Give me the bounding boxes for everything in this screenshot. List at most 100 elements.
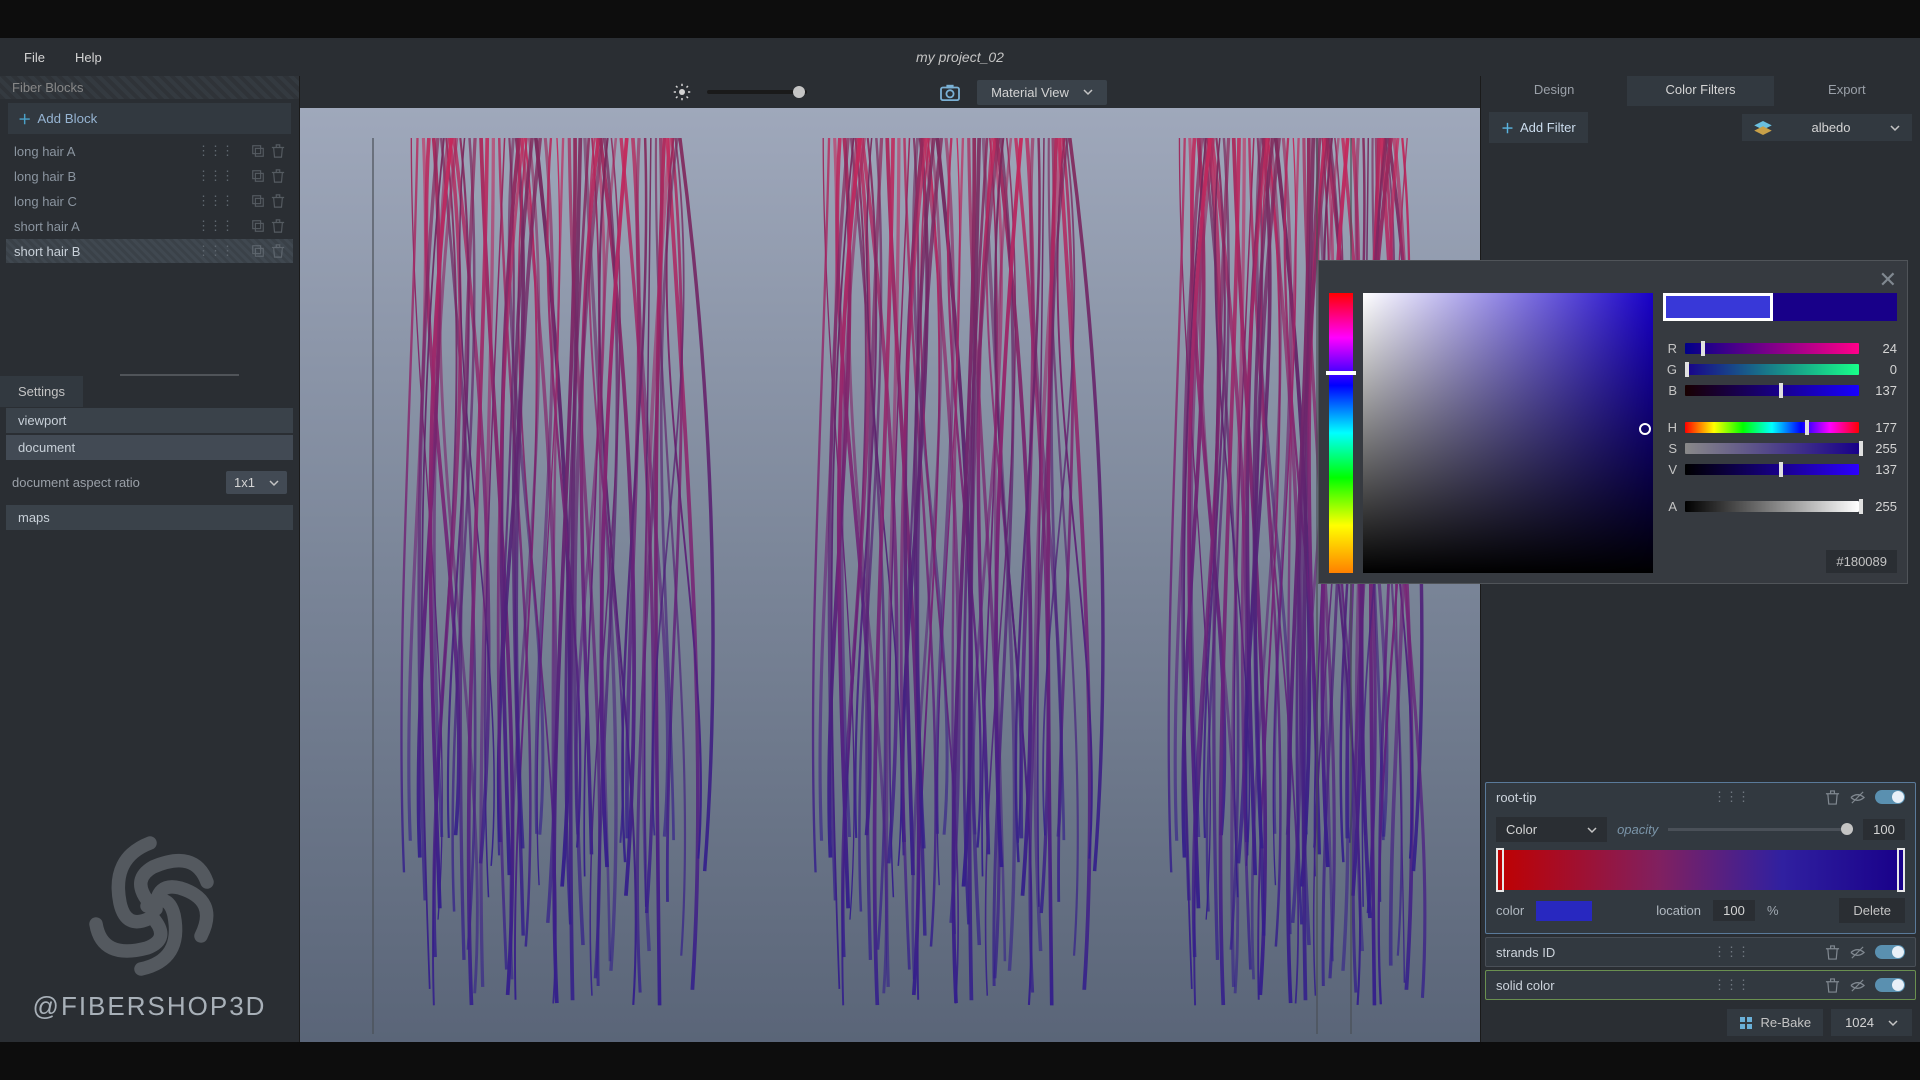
drag-handle-icon[interactable]: ⋮⋮⋮ — [197, 243, 233, 259]
filter-toggle[interactable] — [1875, 945, 1905, 959]
b-label: B — [1663, 383, 1677, 398]
duplicate-icon[interactable] — [251, 244, 265, 258]
delete-stop-button[interactable]: Delete — [1839, 898, 1905, 923]
hue-slider[interactable] — [1329, 293, 1353, 573]
trash-icon[interactable] — [1825, 978, 1840, 993]
h-slider[interactable] — [1685, 422, 1859, 433]
trash-icon[interactable] — [1825, 945, 1840, 960]
view-mode-value: Material View — [991, 85, 1069, 100]
section-maps[interactable]: maps — [6, 505, 293, 530]
filter-toggle[interactable] — [1875, 790, 1905, 804]
hide-icon[interactable] — [1850, 790, 1865, 805]
duplicate-icon[interactable] — [251, 169, 265, 183]
aspect-ratio-label: document aspect ratio — [12, 475, 216, 490]
sv-picker[interactable] — [1363, 293, 1653, 573]
duplicate-icon[interactable] — [251, 219, 265, 233]
drag-handle-icon[interactable]: ⋮⋮⋮ — [1713, 789, 1749, 805]
chevron-down-icon — [1888, 1018, 1898, 1028]
camera-icon[interactable] — [939, 83, 961, 101]
aspect-ratio-value: 1x1 — [234, 475, 255, 490]
duplicate-icon[interactable] — [251, 194, 265, 208]
filter-title: solid color — [1496, 978, 1705, 993]
rebake-button[interactable]: Re-Bake — [1727, 1009, 1824, 1036]
block-item[interactable]: short hair B ⋮⋮⋮ — [6, 239, 293, 263]
menu-help[interactable]: Help — [61, 44, 116, 71]
close-icon[interactable]: ✕ — [1879, 267, 1897, 293]
percent-label: % — [1767, 903, 1779, 918]
color-picker-panel: ✕ R24 G0 B137 H177 S255 V137 A255 #18008… — [1318, 260, 1908, 584]
drag-handle-icon[interactable]: ⋮⋮⋮ — [1713, 944, 1749, 960]
s-slider[interactable] — [1685, 443, 1859, 454]
blend-mode-select[interactable]: Color — [1496, 817, 1607, 842]
v-slider[interactable] — [1685, 464, 1859, 475]
block-name: long hair A — [14, 144, 197, 159]
channel-select[interactable]: albedo — [1742, 114, 1912, 141]
block-item[interactable]: short hair A ⋮⋮⋮ — [6, 214, 293, 238]
g-value: 0 — [1867, 362, 1897, 377]
a-label: A — [1663, 499, 1677, 514]
channel-value: albedo — [1811, 120, 1850, 135]
plus-icon: ＋ — [18, 109, 31, 128]
light-icon — [673, 83, 691, 101]
trash-icon[interactable] — [271, 169, 285, 183]
stop-location-input[interactable]: 100 — [1713, 900, 1755, 921]
trash-icon[interactable] — [271, 194, 285, 208]
drag-handle-icon[interactable]: ⋮⋮⋮ — [197, 193, 233, 209]
hide-icon[interactable] — [1850, 945, 1865, 960]
drag-handle-icon[interactable]: ⋮⋮⋮ — [197, 218, 233, 234]
settings-tab[interactable]: Settings — [0, 376, 83, 407]
light-intensity-slider[interactable] — [707, 90, 807, 94]
grid-icon — [1739, 1016, 1753, 1030]
a-slider[interactable] — [1685, 501, 1859, 512]
r-slider[interactable] — [1685, 343, 1859, 354]
filter-title: root-tip — [1496, 790, 1705, 805]
viewport-3d[interactable] — [300, 108, 1480, 1042]
trash-icon[interactable] — [271, 219, 285, 233]
stop-location-label: location — [1656, 903, 1701, 918]
g-slider[interactable] — [1685, 364, 1859, 375]
aspect-ratio-select[interactable]: 1x1 — [226, 471, 287, 494]
layers-icon — [1754, 121, 1772, 135]
gradient-editor[interactable] — [1496, 850, 1905, 890]
view-mode-select[interactable]: Material View — [977, 80, 1107, 105]
opacity-value[interactable]: 100 — [1863, 819, 1905, 840]
section-document[interactable]: document — [6, 435, 293, 460]
b-slider[interactable] — [1685, 385, 1859, 396]
trash-icon[interactable] — [271, 244, 285, 258]
drag-handle-icon[interactable]: ⋮⋮⋮ — [197, 143, 233, 159]
duplicate-icon[interactable] — [251, 144, 265, 158]
section-viewport[interactable]: viewport — [6, 408, 293, 433]
menubar: File Help my project_02 — [0, 38, 1920, 76]
trash-icon[interactable] — [271, 144, 285, 158]
s-value: 255 — [1867, 441, 1897, 456]
hide-icon[interactable] — [1850, 978, 1865, 993]
block-item[interactable]: long hair C ⋮⋮⋮ — [6, 189, 293, 213]
stop-color-label: color — [1496, 903, 1524, 918]
fiber-blocks-header: Fiber Blocks — [0, 76, 299, 99]
stop-color-swatch[interactable] — [1536, 901, 1592, 921]
trash-icon[interactable] — [1825, 790, 1840, 805]
color-swatch — [1663, 293, 1897, 321]
resolution-select[interactable]: 1024 — [1831, 1009, 1912, 1036]
add-filter-label: Add Filter — [1520, 120, 1576, 135]
tab-export[interactable]: Export — [1774, 76, 1920, 106]
s-label: S — [1663, 441, 1677, 456]
drag-handle-icon[interactable]: ⋮⋮⋮ — [197, 168, 233, 184]
v-label: V — [1663, 462, 1677, 477]
block-item[interactable]: long hair A ⋮⋮⋮ — [6, 139, 293, 163]
opacity-slider[interactable] — [1668, 828, 1853, 831]
tab-color-filters[interactable]: Color Filters — [1627, 76, 1773, 106]
block-item[interactable]: long hair B ⋮⋮⋮ — [6, 164, 293, 188]
menu-file[interactable]: File — [10, 44, 59, 71]
resolution-value: 1024 — [1845, 1015, 1874, 1030]
add-block-button[interactable]: ＋ Add Block — [8, 103, 291, 134]
tab-design[interactable]: Design — [1481, 76, 1627, 106]
add-filter-button[interactable]: ＋ Add Filter — [1489, 112, 1588, 143]
hex-input[interactable]: #180089 — [1826, 550, 1897, 573]
opacity-label: opacity — [1617, 822, 1658, 837]
v-value: 137 — [1867, 462, 1897, 477]
drag-handle-icon[interactable]: ⋮⋮⋮ — [1713, 977, 1749, 993]
filter-toggle[interactable] — [1875, 978, 1905, 992]
block-name: long hair B — [14, 169, 197, 184]
h-label: H — [1663, 420, 1677, 435]
